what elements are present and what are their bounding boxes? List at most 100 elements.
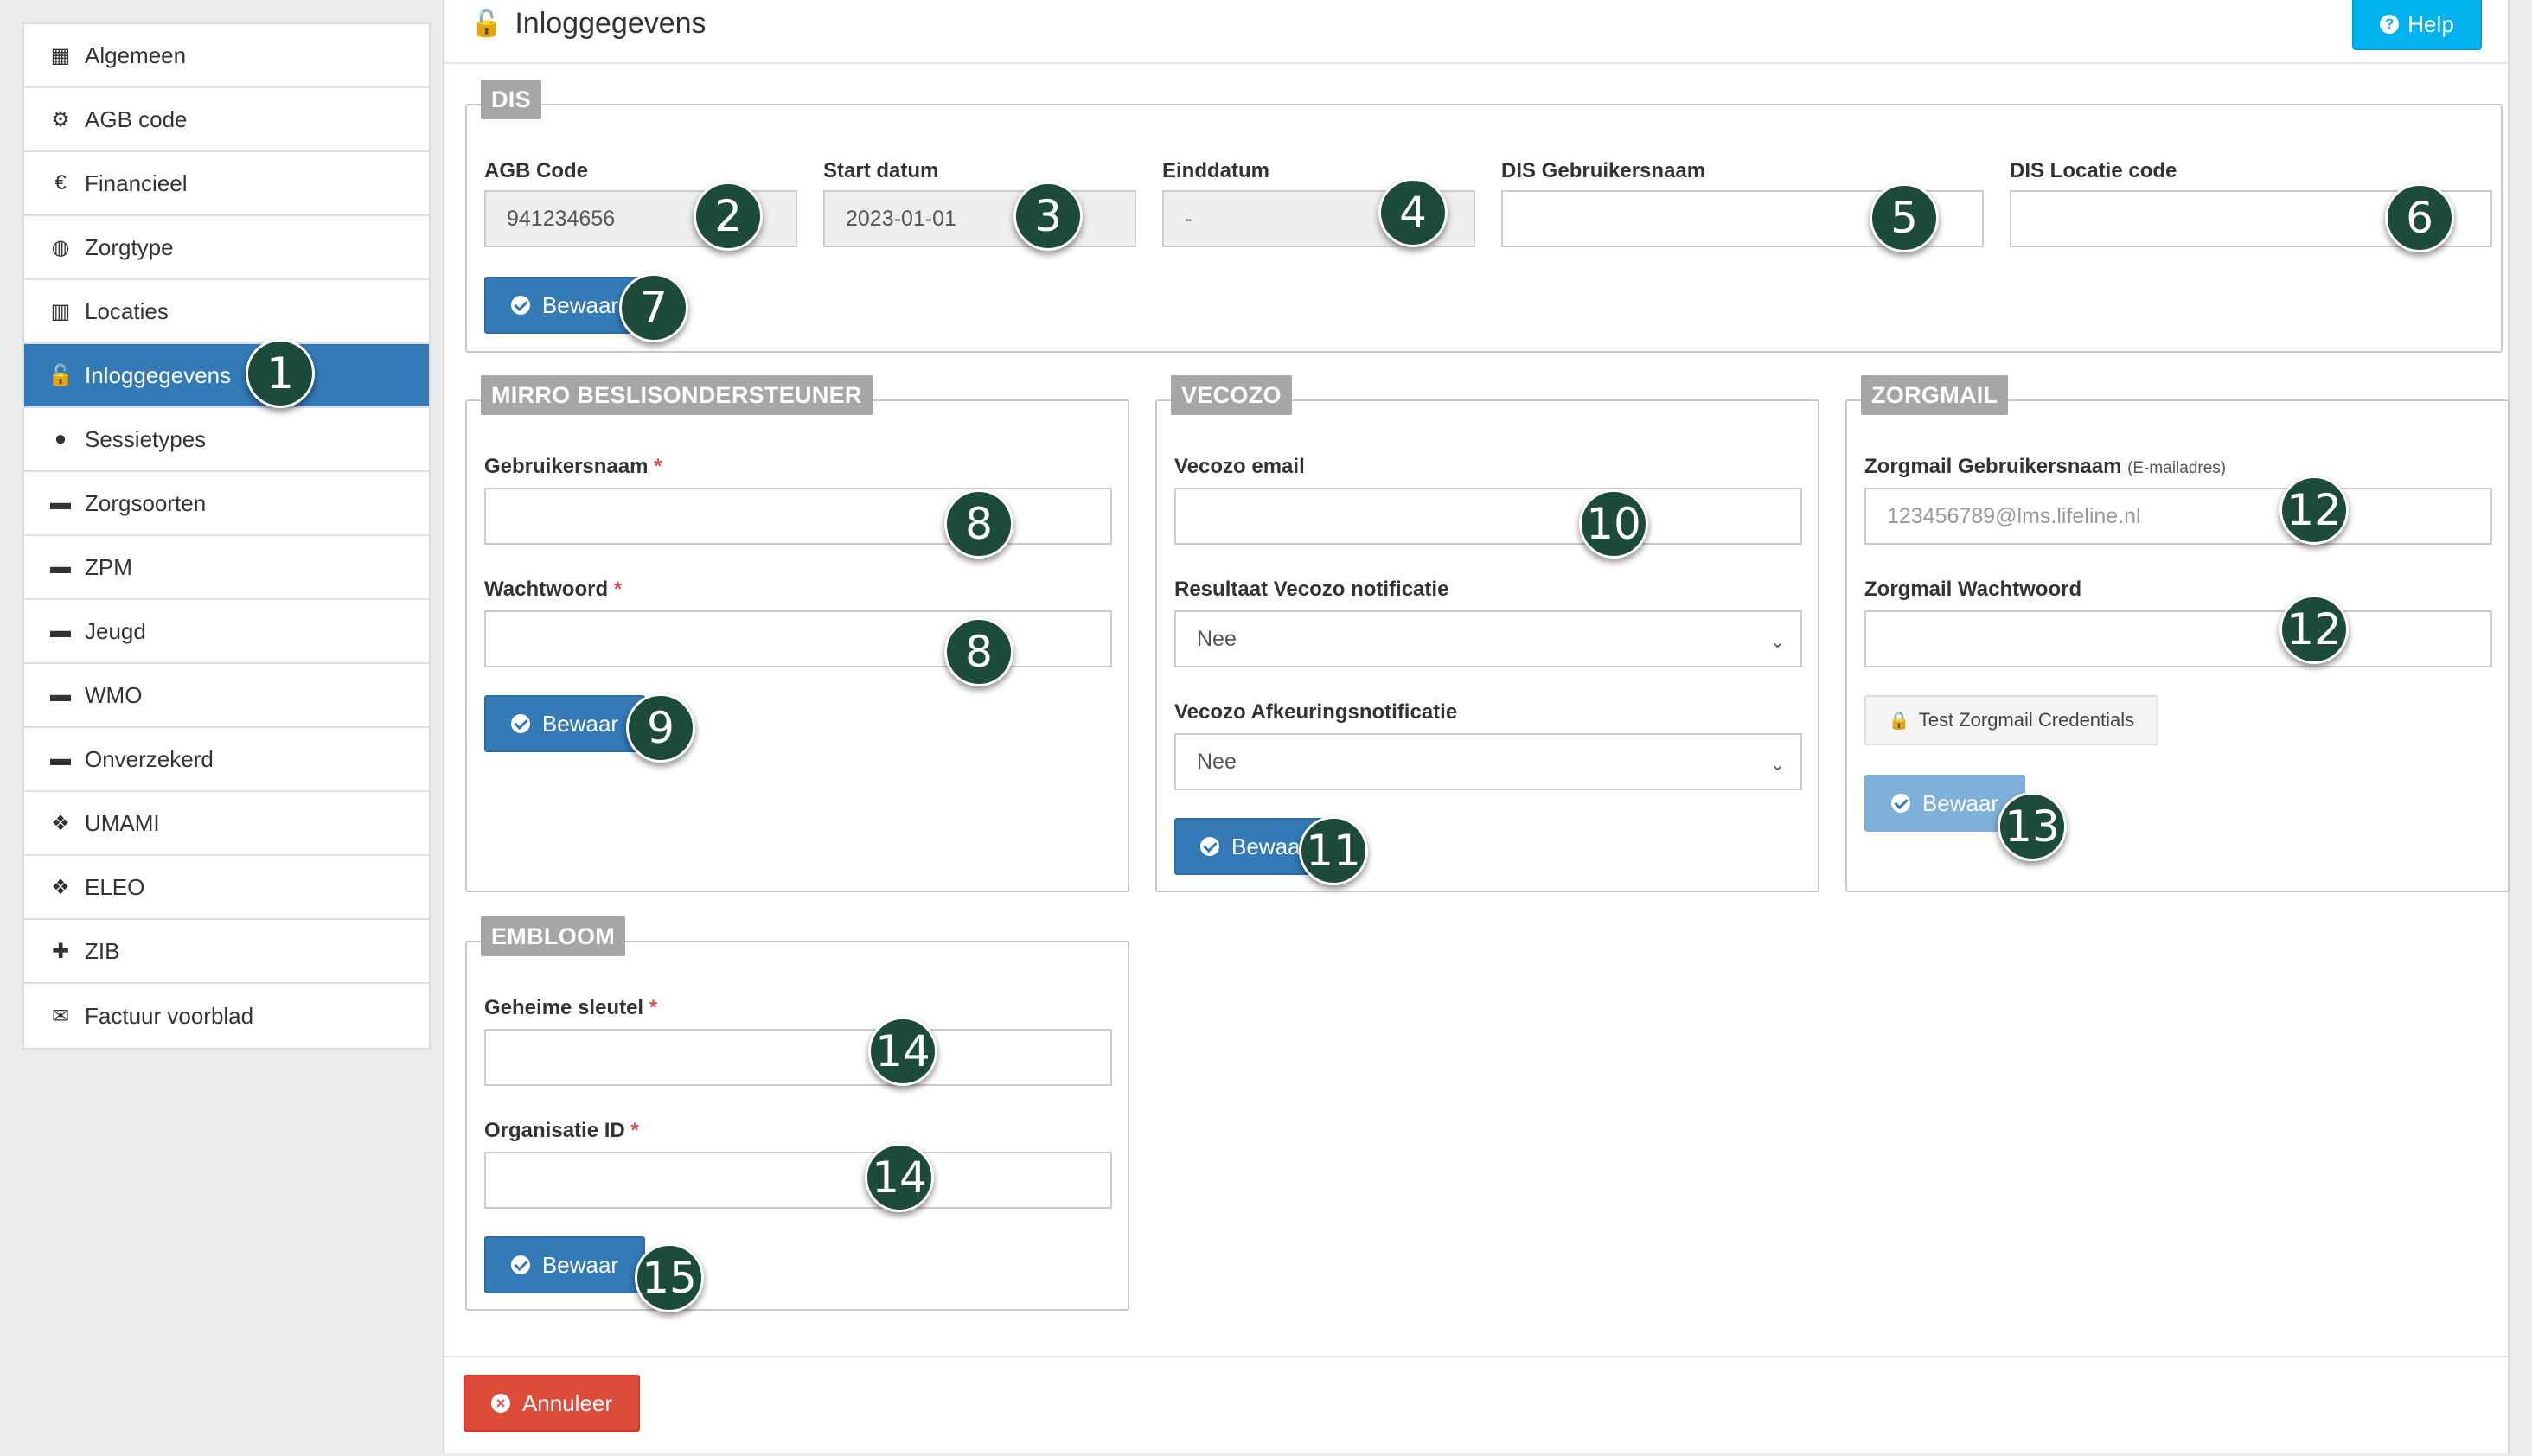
sidebar-item-label: Zorgtype [85,233,174,260]
help-button-label: Help [2407,10,2454,37]
dis-legend: DIS [481,80,541,119]
embloom-save-label: Bewaar [541,1251,619,1278]
marker-3: 3 [1013,182,1083,251]
sidebar-item-label: Onverzekerd [85,745,214,772]
sidebar-item-zorgtype[interactable]: ◍ Zorgtype [24,216,429,280]
dis-save-label: Bewaar [541,291,619,318]
unlock-icon: 🔓 [48,363,74,387]
zorgmail-gebruikersnaam-input[interactable]: 123456789@lms.lifeline.nl [1864,488,2492,545]
cancel-button[interactable]: × Annuleer [464,1375,640,1432]
sidebar-item-label: Inloggegevens [85,361,232,388]
briefcase-icon: ▬ [50,683,71,706]
einddatum-label: Einddatum [1162,159,1269,182]
sidebar-item-label: Algemeen [85,42,187,68]
resultaat-vecozo-notificatie-label: Resultaat Vecozo notificatie [1174,578,1449,601]
resultaat-vecozo-notificatie-select[interactable]: Nee ⌄ [1174,610,1802,667]
question-circle-icon: ? [2380,15,2400,34]
sidebar-item-label: ZPM [85,553,132,580]
test-zorgmail-credentials-label: Test Zorgmail Credentials [1918,709,2135,731]
embloom-panel: EMBLOOM Geheime sleutel * Organisatie ID… [465,916,1129,1311]
sidebar-item-label: Financieel [85,169,188,196]
mirro-wachtwoord-label: Wachtwoord * [484,578,623,601]
sidebar-item-label: Zorgsoorten [85,489,207,516]
dis-panel: DIS AGB Code 941234656 Start datum 2023-… [465,80,2503,353]
puzzle-icon: ✚ [51,939,70,963]
vecozo-email-label: Vecozo email [1174,455,1305,478]
start-datum-input[interactable]: 2023-01-01 [823,190,1136,247]
resultaat-vecozo-notificatie-value: Nee [1197,626,1237,651]
geheime-sleutel-label: Geheime sleutel * [484,996,658,1019]
sidebar-item-sessietypes[interactable]: ● Sessietypes [24,408,429,472]
mirro-wachtwoord-input[interactable] [484,610,1112,667]
organisatie-id-input[interactable] [484,1152,1112,1209]
sidebar-item-label: UMAMI [85,809,160,836]
sidebar-item-label: Locaties [85,297,169,324]
page-header: 🔓 Inloggegevens ? Help [444,0,2508,64]
page-title: 🔓 Inloggegevens [470,7,707,41]
sidebar-item-factuur-voorblad[interactable]: ✉ Factuur voorblad [24,984,429,1048]
sidebar-item-umami[interactable]: ❖ UMAMI [24,792,429,856]
unlock-icon: 🔓 [470,10,503,38]
geheime-sleutel-input[interactable] [484,1029,1112,1086]
mirro-gebruikersnaam-label: Gebruikersnaam * [484,455,662,478]
marker-8b: 8 [944,617,1013,686]
chevron-down-icon: ⌄ [1770,756,1785,775]
marker-11: 11 [1299,816,1368,885]
sidebar-item-onverzekerd[interactable]: ▬ Onverzekerd [24,728,429,792]
sidebar-item-locaties[interactable]: ▥ Locaties [24,280,429,344]
zorgmail-panel: ZORGMAIL Zorgmail Gebruikersnaam (E-mail… [1845,375,2510,892]
vecozo-email-input[interactable] [1174,488,1802,545]
sidebar-item-inloggegevens[interactable]: 🔓 Inloggegevens [24,344,429,408]
sidebar-item-zib[interactable]: ✚ ZIB [24,920,429,984]
check-circle-icon [1200,837,1219,856]
zorgmail-wachtwoord-input[interactable] [1864,610,2492,667]
zorgmail-wachtwoord-label: Zorgmail Wachtwoord [1864,578,2082,601]
start-datum-label: Start datum [823,159,939,182]
envelope-icon: ✉ [51,1004,70,1028]
globe-icon: ● [54,427,67,450]
vecozo-afkeuringsnotificatie-select[interactable]: Nee ⌄ [1174,733,1802,790]
mirro-save-button[interactable]: Bewaar [484,695,645,752]
sidebar-item-agb-code[interactable]: ⚙ AGB code [24,88,429,152]
marker-14a: 14 [868,1017,937,1086]
sidebar-item-label: Factuur voorblad [85,1002,254,1029]
sidebar-item-financieel[interactable]: € Financieel [24,152,429,216]
dis-gebruikersnaam-label: DIS Gebruikersnaam [1501,159,1706,182]
zorgmail-save-label: Bewaar [1921,789,1999,816]
page-title-text: Inloggegevens [515,7,707,40]
marker-8a: 8 [944,489,1013,559]
sidebar-item-label: WMO [85,681,143,708]
vecozo-afkeuringsnotificatie-label: Vecozo Afkeuringsnotificatie [1174,700,1458,724]
map-icon: ▥ [50,299,71,323]
briefcase-icon: ▬ [50,747,71,770]
mirro-gebruikersnaam-input[interactable] [484,488,1112,545]
sidebar-item-zpm[interactable]: ▬ ZPM [24,536,429,600]
sidebar-item-eleo[interactable]: ❖ ELEO [24,856,429,920]
sidebar-item-algemeen[interactable]: ▦ Algemeen [24,24,429,88]
marker-7: 7 [619,273,688,342]
cancel-label: Annuleer [521,1389,613,1416]
zorgmail-gebruikersnaam-label: Zorgmail Gebruikersnaam (E-mailadres) [1864,455,2227,478]
marker-4: 4 [1378,178,1448,247]
marker-15: 15 [635,1243,704,1312]
sidebar-item-jeugd[interactable]: ▬ Jeugd [24,600,429,664]
check-circle-icon [1890,794,1910,813]
embloom-save-button[interactable]: Bewaar [484,1236,645,1293]
dis-locatie-code-label: DIS Locatie code [2010,159,2177,182]
sidebar-item-zorgsoorten[interactable]: ▬ Zorgsoorten [24,472,429,536]
euro-icon: € [54,171,67,195]
test-zorgmail-credentials-button[interactable]: 🔒 Test Zorgmail Credentials [1864,695,2158,745]
sidebar-item-label: Sessietypes [85,425,207,452]
cubes-icon: ❖ [51,875,70,899]
lock-icon: 🔒 [1888,711,1910,731]
footer-divider [444,1356,2508,1357]
mirro-legend: MIRRO BESLISONDERSTEUNER [481,375,873,415]
check-circle-icon [510,714,530,733]
mirro-save-label: Bewaar [541,710,619,737]
marker-6: 6 [2385,183,2454,252]
agb-code-label: AGB Code [484,159,588,182]
gears-icon: ⚙ [51,107,70,131]
vecozo-save-label: Bewaa [1231,833,1301,859]
sidebar-item-wmo[interactable]: ▬ WMO [24,664,429,728]
help-button[interactable]: ? Help [2352,0,2482,50]
